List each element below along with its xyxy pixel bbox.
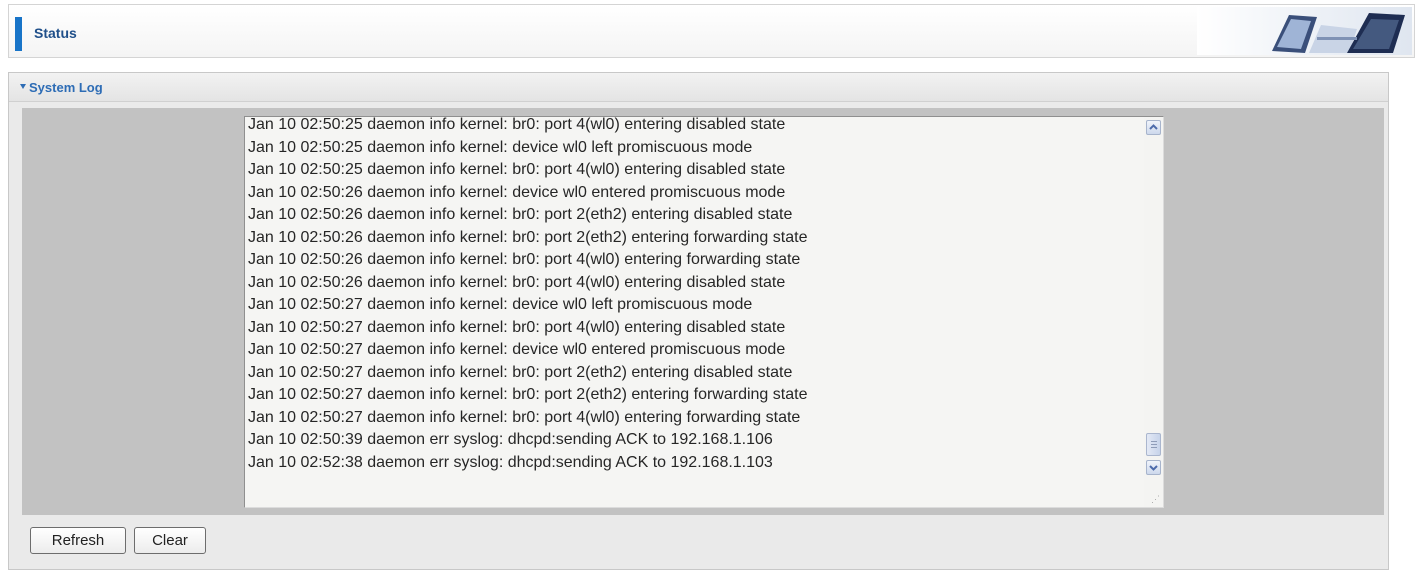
system-log-section: System Log Jan 10 02:50:25 daemon info k… xyxy=(8,72,1389,570)
log-line: Jan 10 02:50:26 daemon info kernel: br0:… xyxy=(248,228,808,246)
log-line: Jan 10 02:50:27 daemon info kernel: devi… xyxy=(248,341,786,358)
scroll-down-button[interactable] xyxy=(1146,460,1161,475)
log-line: Jan 10 02:50:25 daemon info kernel: br0:… xyxy=(248,161,786,178)
scroll-thumb[interactable] xyxy=(1146,433,1161,456)
refresh-button[interactable]: Refresh xyxy=(30,527,126,554)
log-line: Jan 10 02:50:27 daemon info kernel: br0:… xyxy=(248,363,793,381)
section-title: System Log xyxy=(29,80,103,95)
log-line: Jan 10 02:50:27 daemon info kernel: devi… xyxy=(248,296,753,313)
log-line: Jan 10 02:50:26 daemon info kernel: br0:… xyxy=(248,206,793,223)
log-line: Jan 10 02:50:25 daemon info kernel: br0:… xyxy=(248,116,786,133)
log-line: Jan 10 02:50:26 daemon info kernel: br0:… xyxy=(248,251,801,268)
header-accent-bar xyxy=(15,17,22,51)
resize-grip-icon[interactable]: ⋰ xyxy=(1151,495,1160,504)
log-lines: Jan 10 02:50:25 daemon info kernel: br0:… xyxy=(248,116,1128,474)
log-line: Jan 10 02:50:27 daemon info kernel: br0:… xyxy=(248,408,801,426)
section-title-bar[interactable]: System Log xyxy=(9,73,1388,102)
log-line: Jan 10 02:50:25 daemon info kernel: devi… xyxy=(248,138,753,156)
scroll-up-button[interactable] xyxy=(1146,120,1161,135)
log-scrollbar[interactable] xyxy=(1144,117,1163,507)
clear-button[interactable]: Clear xyxy=(134,527,206,554)
network-devices-banner-icon xyxy=(1197,7,1412,55)
log-line: Jan 10 02:50:26 daemon info kernel: br0:… xyxy=(248,273,786,291)
page-title: Status xyxy=(34,25,77,41)
chevron-down-icon xyxy=(1149,465,1158,471)
log-line: Jan 10 02:50:26 daemon info kernel: devi… xyxy=(248,183,786,201)
chevron-up-icon xyxy=(1149,124,1158,130)
log-line: Jan 10 02:50:27 daemon info kernel: br0:… xyxy=(248,318,786,336)
log-line: Jan 10 02:50:27 daemon info kernel: br0:… xyxy=(248,386,808,403)
caret-down-icon[interactable] xyxy=(20,84,26,89)
system-log-textarea[interactable]: Jan 10 02:50:25 daemon info kernel: br0:… xyxy=(244,116,1164,508)
log-line: Jan 10 02:52:38 daemon err syslog: dhcpd… xyxy=(248,453,773,471)
page-header: Status xyxy=(8,4,1415,58)
log-line: Jan 10 02:50:39 daemon err syslog: dhcpd… xyxy=(248,431,773,448)
status-page: Status System Log Jan 10 02:50:25 daemon… xyxy=(0,0,1423,582)
